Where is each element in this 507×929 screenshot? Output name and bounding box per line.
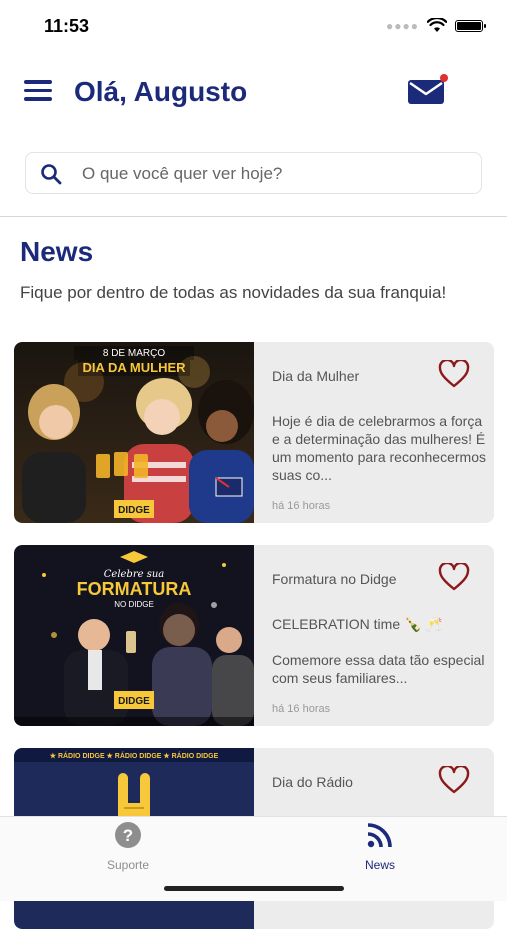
heart-icon[interactable] xyxy=(438,766,470,794)
question-circle-icon: ? xyxy=(115,822,141,848)
battery-icon xyxy=(455,19,486,32)
rss-feed-icon xyxy=(367,823,392,848)
menu-button[interactable] xyxy=(24,80,52,102)
section-title: News xyxy=(20,236,94,267)
tab-label: News xyxy=(364,858,395,872)
news-card[interactable]: 8 DE MARÇO DIA DA MULHER DIDGE Dia da Mu… xyxy=(14,342,494,523)
signal-icon: ●●●● xyxy=(386,18,419,33)
image-date-text: 8 DE MARÇO xyxy=(103,348,165,359)
notification-dot xyxy=(440,74,448,82)
search-icon xyxy=(41,164,62,185)
tab-label: Suporte xyxy=(106,858,150,872)
section-subtitle: Fique por dentro de todas as novidades d… xyxy=(20,283,447,302)
image-subheadline-text: NO DIDGE xyxy=(114,600,154,609)
news-time: há 16 horas xyxy=(272,703,331,715)
news-body: CELEBRATION time 🍾 🥂 Comemore essa data … xyxy=(272,615,488,705)
home-indicator xyxy=(164,886,344,891)
news-title: Formatura no Didge xyxy=(272,571,397,587)
messages-button[interactable] xyxy=(408,74,448,106)
tab-suporte[interactable]: ? Suporte xyxy=(68,821,188,872)
heart-icon[interactable] xyxy=(438,360,470,388)
search-input[interactable] xyxy=(80,153,474,195)
wifi-icon xyxy=(427,18,447,32)
news-body-paragraph: CELEBRATION time 🍾 🥂 xyxy=(272,616,443,632)
image-headline-text: DIA DA MULHER xyxy=(82,360,186,375)
status-icons: ●●●● xyxy=(386,18,486,33)
news-image: Celebre sua FORMATURA NO DIDGE DIDGE xyxy=(14,545,254,726)
didge-logo-text: DIDGE xyxy=(118,505,150,516)
news-title: Dia do Rádio xyxy=(272,774,353,790)
news-card[interactable]: Celebre sua FORMATURA NO DIDGE DIDGE For… xyxy=(14,545,494,726)
header-divider xyxy=(0,216,507,217)
search-bar xyxy=(25,152,482,195)
image-banner-text: ★ RÁDIO DIDGE ★ RÁDIO DIDGE ★ RÁDIO DIDG… xyxy=(50,751,219,760)
news-title: Dia da Mulher xyxy=(272,368,360,384)
status-bar: 11:53 ●●●● xyxy=(0,0,507,52)
heart-icon[interactable] xyxy=(438,563,470,591)
didge-logo-text: DIDGE xyxy=(118,696,150,707)
news-body: Hoje é dia de celebrarmos a força e a de… xyxy=(272,412,488,484)
news-image: 8 DE MARÇO DIA DA MULHER DIDGE xyxy=(14,342,254,523)
image-headline-text: FORMATURA xyxy=(77,579,192,599)
svg-text:?: ? xyxy=(123,826,133,845)
news-time: há 16 horas xyxy=(272,500,331,512)
greeting-title: Olá, Augusto xyxy=(74,76,248,107)
mail-icon xyxy=(408,80,444,104)
status-time: 11:53 xyxy=(44,16,90,36)
tab-news[interactable]: News xyxy=(320,821,440,872)
app-header: Olá, Augusto xyxy=(0,70,507,120)
news-body-paragraph: Hoje é dia de celebrarmos a força e a de… xyxy=(272,413,486,483)
news-body-paragraph: Comemore essa data tão especial com seus… xyxy=(272,652,485,686)
hamburger-icon xyxy=(24,80,52,84)
